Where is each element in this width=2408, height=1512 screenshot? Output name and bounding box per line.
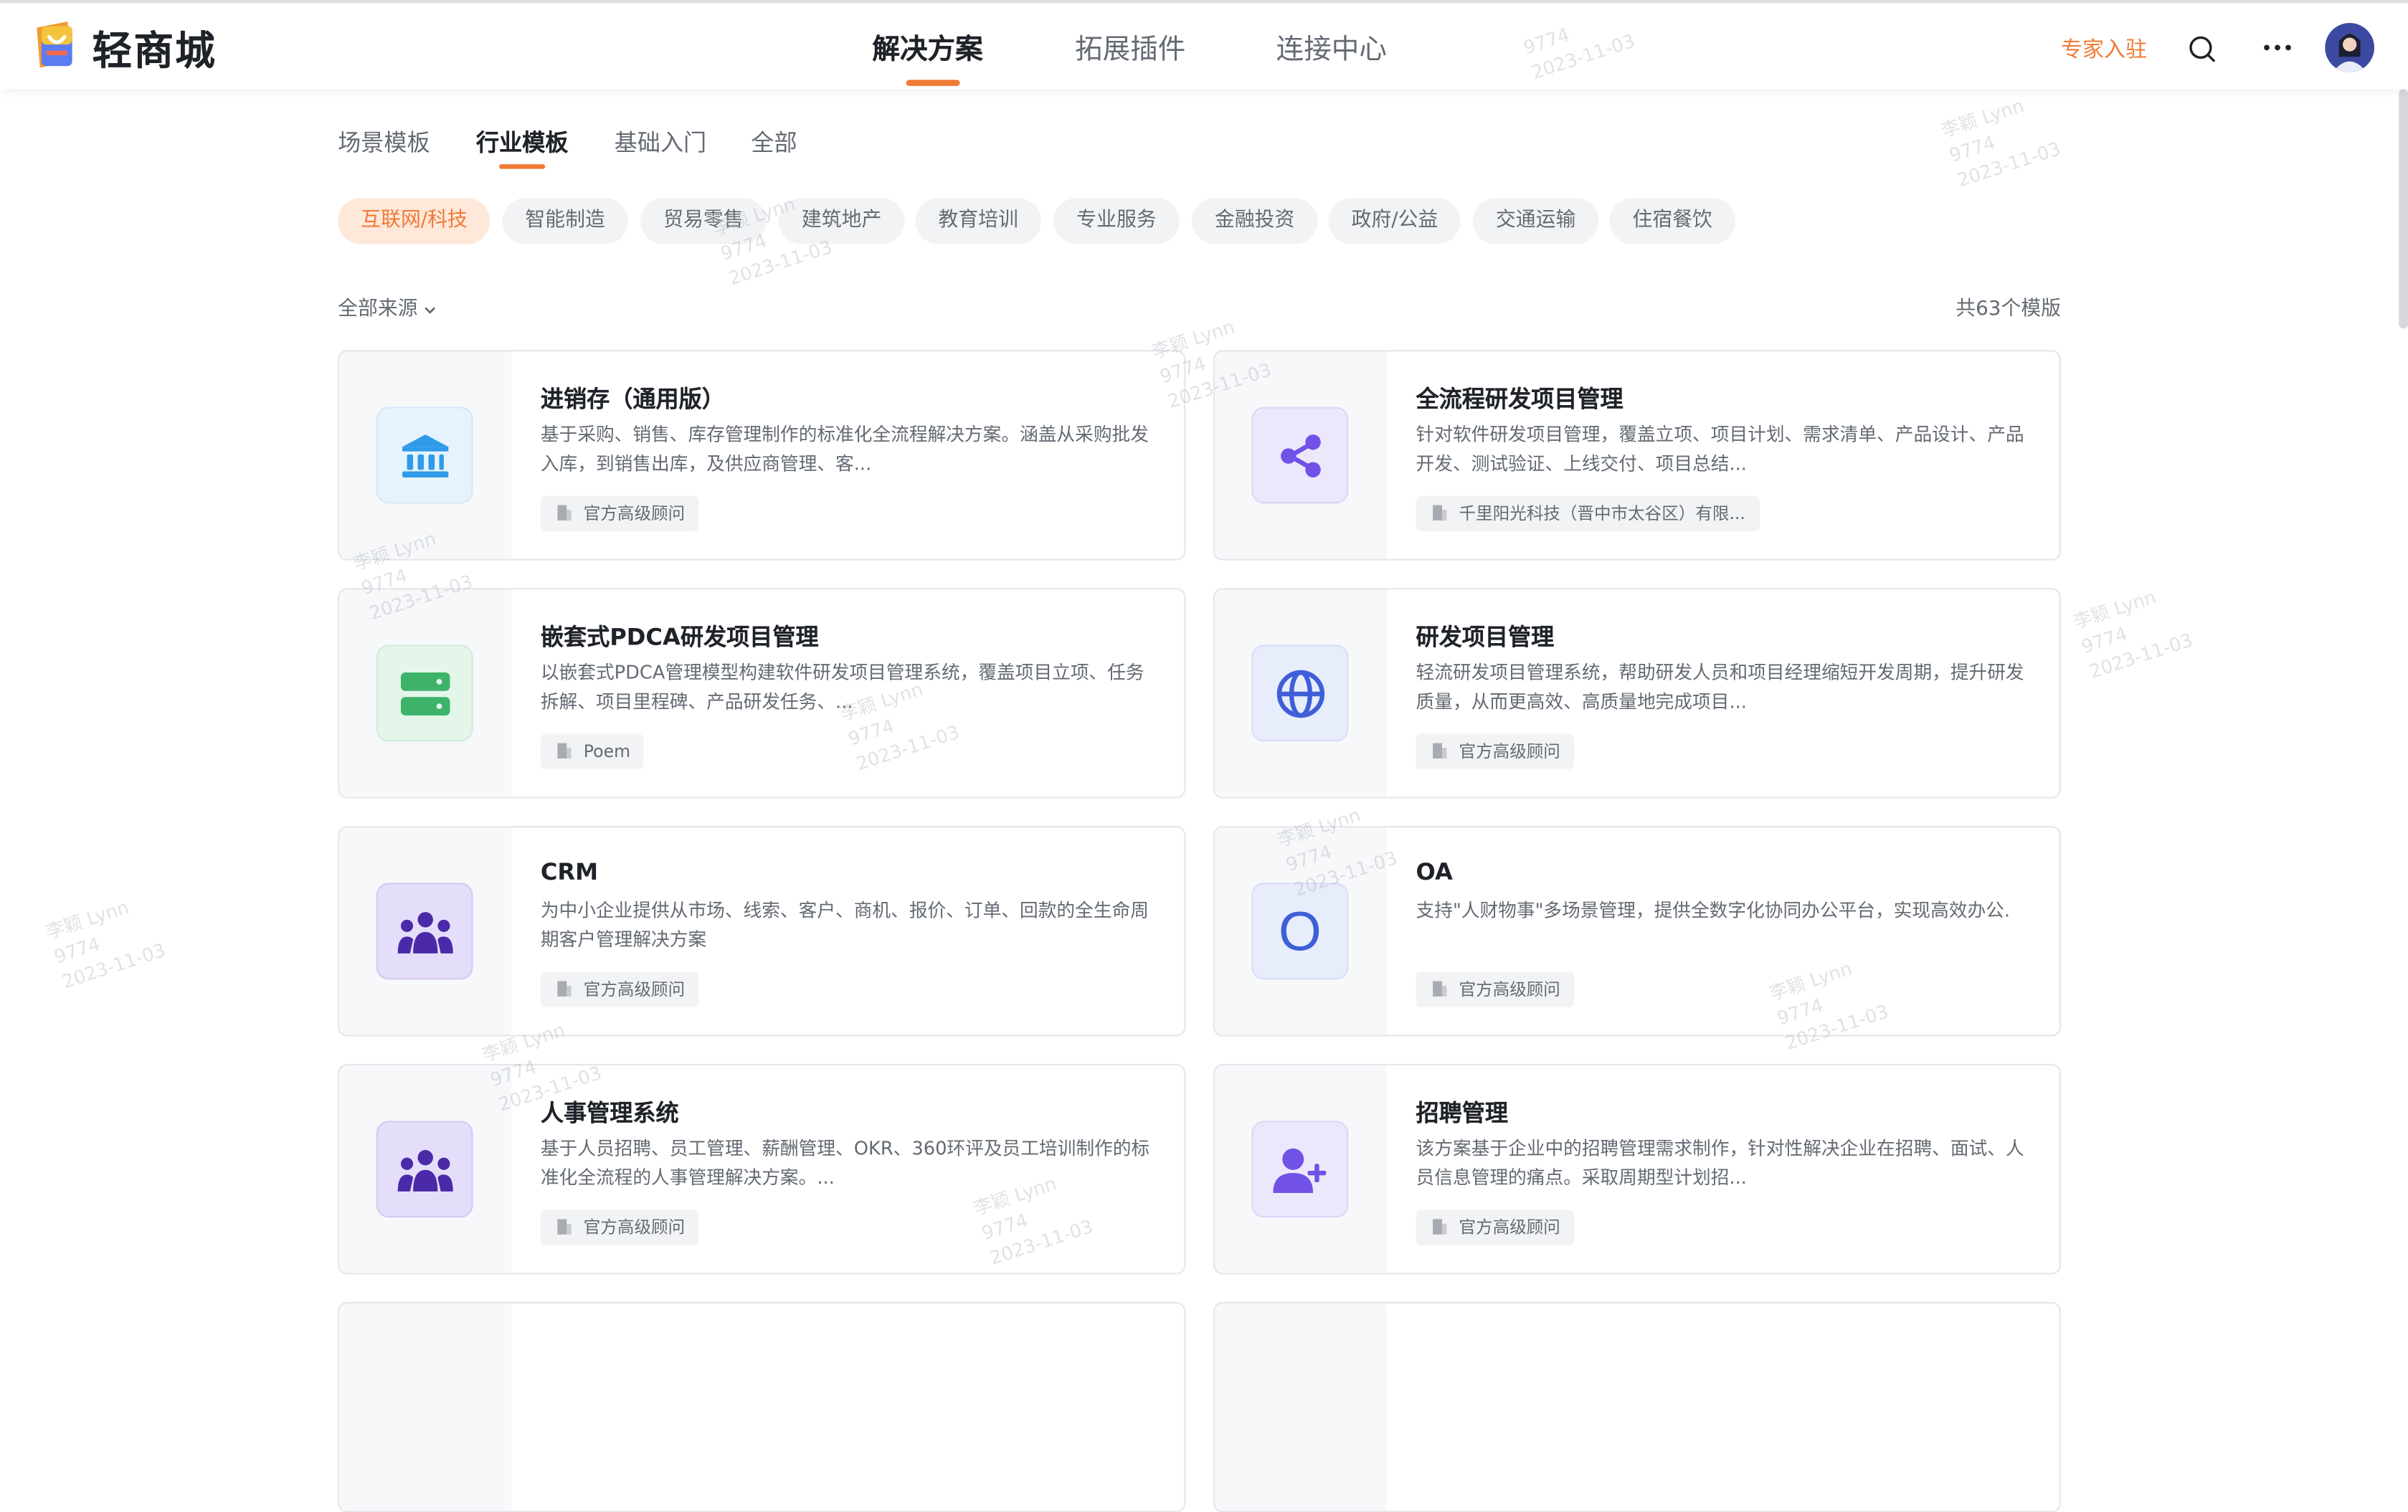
template-count: 共63个模版: [1956, 298, 2062, 321]
card-author: Poem: [583, 741, 631, 762]
category-trade-retail[interactable]: 贸易零售: [640, 198, 767, 244]
top-bar: 轻商城 解决方案 拓展插件 连接中心 专家入驻: [0, 0, 2408, 90]
template-card[interactable]: 研发项目管理 轻流研发项目管理系统，帮助研发人员和项目经理缩短开发周期，提升研发…: [1213, 588, 2062, 799]
template-card[interactable]: CRM 为中小企业提供从市场、线索、客户、商机、报价、订单、回款的全生命周期客户…: [338, 826, 1186, 1037]
card-description: 基于人员招聘、员工管理、薪酬管理、OKR、360环评及员工培训制作的标准化全流程…: [540, 1137, 1150, 1189]
category-hospitality[interactable]: 住宿餐饮: [1609, 198, 1736, 244]
card-icon-panel: [1215, 1303, 1387, 1511]
letter-o-glyph: O: [1278, 898, 1322, 962]
building-icon: [1433, 981, 1447, 997]
card-description: 基于采购、销售、库存管理制作的标准化全流程解决方案。涵盖从采购批发入库，到销售出…: [540, 424, 1149, 475]
card-author-tag: Poem: [540, 733, 645, 769]
share-icon: [1251, 406, 1349, 504]
search-icon[interactable]: [2187, 34, 2218, 65]
tab-scene-templates[interactable]: 场景模板: [338, 126, 430, 158]
category-government[interactable]: 政府/公益: [1328, 198, 1461, 244]
building-icon: [557, 505, 572, 521]
card-author-tag: 官方高级顾问: [1416, 733, 1575, 769]
brand-name[interactable]: 轻商城: [92, 20, 217, 77]
card-author-tag: 官方高级顾问: [1416, 971, 1575, 1007]
template-card-partial[interactable]: [1213, 1302, 2062, 1512]
card-title: 人事管理系统: [540, 1099, 679, 1127]
building-icon: [557, 743, 572, 759]
template-card[interactable]: 全流程研发项目管理 针对软件研发项目管理，覆盖立项、项目计划、需求清单、产品设计…: [1213, 350, 2062, 561]
card-description: 针对软件研发项目管理，覆盖立项、项目计划、需求清单、产品设计、产品开发、测试验证…: [1416, 424, 2024, 475]
category-smart-manufacturing[interactable]: 智能制造: [502, 198, 628, 244]
expert-join-link[interactable]: 专家入驻: [2061, 34, 2147, 65]
user-plus-icon: [1251, 1121, 1349, 1218]
card-author: 千里阳光科技（晋中市太谷区）有限...: [1459, 503, 1745, 524]
watermark: 李颖 Lynn 9774 2023-11-03: [43, 896, 169, 993]
nav-solutions[interactable]: 解决方案: [872, 28, 982, 68]
category-professional-services[interactable]: 专业服务: [1053, 198, 1180, 244]
avatar[interactable]: [2325, 23, 2374, 72]
card-description: 该方案基于企业中的招聘管理需求制作，针对性解决企业在招聘、面试、人员信息管理的痛…: [1416, 1137, 2024, 1189]
category-transportation[interactable]: 交通运输: [1472, 198, 1599, 244]
tab-active-indicator: [499, 164, 546, 169]
tab-all[interactable]: 全部: [751, 126, 797, 158]
category-construction-realestate[interactable]: 建筑地产: [778, 198, 905, 244]
building-icon: [557, 981, 572, 997]
card-title: 嵌套式PDCA研发项目管理: [540, 623, 819, 652]
card-author-tag: 官方高级顾问: [540, 495, 699, 531]
category-finance[interactable]: 金融投资: [1191, 198, 1318, 244]
nav-plugins[interactable]: 拓展插件: [1075, 28, 1185, 68]
page: 轻商城 解决方案 拓展插件 连接中心 专家入驻 场景模板 行业模板 基础入门 全…: [0, 0, 2408, 1512]
more-icon[interactable]: [2260, 37, 2294, 58]
card-title: 研发项目管理: [1416, 623, 1555, 652]
template-card[interactable]: O OA 支持"人财物事"多场景管理，提供全数字化协同办公平台，实现高效办公. …: [1213, 826, 2062, 1037]
tab-industry-templates[interactable]: 行业模板: [476, 126, 569, 158]
nav-active-indicator: [906, 80, 960, 86]
card-title: 全流程研发项目管理: [1416, 385, 1623, 414]
card-title: 进销存（通用版）: [540, 385, 725, 414]
card-description: 轻流研发项目管理系统，帮助研发人员和项目经理缩短开发周期，提升研发质量，从而更高…: [1416, 662, 2024, 713]
card-author-tag: 官方高级顾问: [1416, 1209, 1575, 1245]
card-author-tag: 官方高级顾问: [540, 1209, 699, 1245]
chevron-down-icon: [425, 306, 436, 313]
card-author-tag: 官方高级顾问: [540, 971, 699, 1007]
template-card[interactable]: 进销存（通用版） 基于采购、销售、库存管理制作的标准化全流程解决方案。涵盖从采购…: [338, 350, 1186, 561]
globe-icon: [1251, 645, 1349, 742]
card-title: 招聘管理: [1416, 1099, 1509, 1127]
tab-basics[interactable]: 基础入门: [615, 126, 707, 158]
card-title: OA: [1416, 858, 1453, 886]
bank-icon: [376, 406, 473, 504]
card-author: 官方高级顾问: [583, 1217, 686, 1238]
card-icon-panel: [339, 1303, 512, 1511]
building-icon: [1433, 743, 1447, 759]
card-title: CRM: [540, 858, 599, 886]
template-card-partial[interactable]: [338, 1302, 1186, 1512]
template-card[interactable]: 嵌套式PDCA研发项目管理 以嵌套式PDCA管理模型构建软件研发项目管理系统，覆…: [338, 588, 1186, 799]
card-author-tag: 千里阳光科技（晋中市太谷区）有限...: [1416, 495, 1760, 531]
building-icon: [557, 1219, 572, 1235]
page-scrollbar[interactable]: [2399, 89, 2408, 329]
card-author: 官方高级顾问: [1459, 1217, 1560, 1238]
watermark: 李颖 Lynn 9774 2023-11-03: [2070, 586, 2196, 683]
people-group-icon: [376, 883, 473, 980]
building-icon: [1433, 505, 1447, 521]
source-filter-dropdown[interactable]: 全部来源: [338, 292, 437, 321]
category-education[interactable]: 教育培训: [915, 198, 1042, 244]
template-card[interactable]: 人事管理系统 基于人员招聘、员工管理、薪酬管理、OKR、360环评及员工培训制作…: [338, 1064, 1186, 1275]
card-description: 为中小企业提供从市场、线索、客户、商机、报价、订单、回款的全生命周期客户管理解决…: [540, 899, 1149, 951]
card-author: 官方高级顾问: [583, 979, 686, 1000]
card-description: 支持"人财物事"多场景管理，提供全数字化协同办公平台，实现高效办公.: [1416, 899, 2011, 921]
brand-logo-icon[interactable]: [34, 21, 77, 71]
user-avatar-icon: [2325, 23, 2374, 72]
card-author: 官方高级顾问: [1459, 741, 1560, 762]
letter-o-icon: O: [1251, 883, 1349, 980]
source-filter-label: 全部来源: [338, 298, 418, 321]
building-icon: [1433, 1219, 1447, 1235]
server-icon: [376, 645, 473, 742]
card-description: 以嵌套式PDCA管理模型构建软件研发项目管理系统，覆盖项目立项、任务拆解、项目里…: [540, 662, 1144, 713]
people-group-icon: [376, 1121, 473, 1218]
card-author: 官方高级顾问: [1459, 979, 1560, 1000]
category-internet-tech[interactable]: 互联网/科技: [338, 198, 491, 244]
nav-connect-center[interactable]: 连接中心: [1276, 28, 1387, 68]
card-author: 官方高级顾问: [583, 503, 686, 524]
template-card[interactable]: 招聘管理 该方案基于企业中的招聘管理需求制作，针对性解决企业在招聘、面试、人员信…: [1213, 1064, 2062, 1275]
watermark: 李颖 Lynn 9774 2023-11-03: [1938, 95, 2064, 191]
